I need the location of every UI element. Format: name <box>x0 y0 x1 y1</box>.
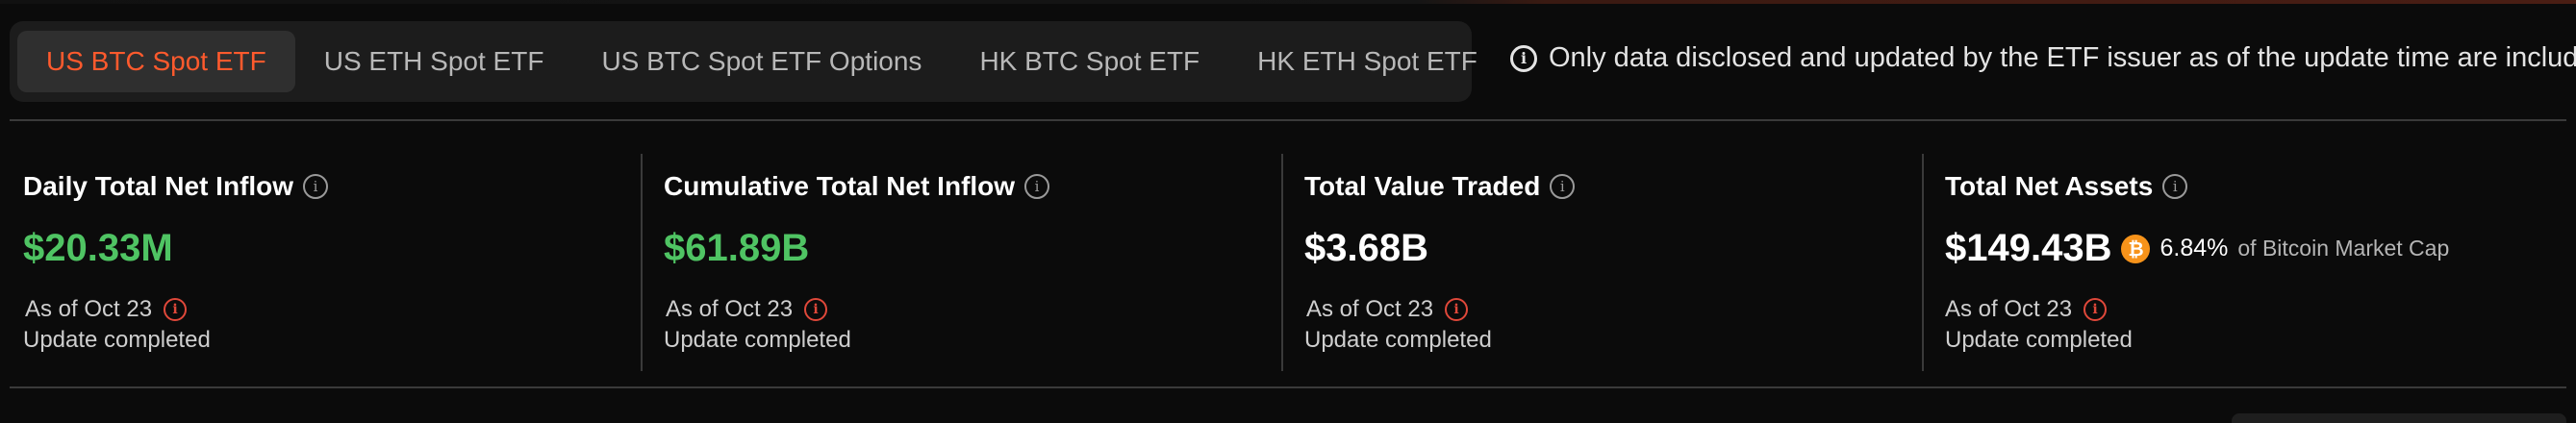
bitcoin-icon: ₿ <box>2121 234 2151 263</box>
update-status: Update completed <box>1945 327 2133 353</box>
stat-separator <box>1281 154 1283 371</box>
etf-dashboard: US BTC Spot ETF US ETH Spot ETF US BTC S… <box>0 0 2576 423</box>
as-of-label: As of Oct 23 <box>1306 296 1434 322</box>
net-assets-line: $149.43B ₿ 6.84% of Bitcoin Market Cap <box>1945 227 2449 270</box>
alert-info-icon[interactable]: i <box>2084 298 2108 321</box>
stat-title: Total Value Traded i <box>1304 171 1576 202</box>
alert-info-icon[interactable]: i <box>804 298 828 321</box>
info-icon[interactable]: i <box>1024 174 1050 199</box>
notice-text: Only data disclosed and updated by the E… <box>1549 42 2576 73</box>
stat-title-label: Cumulative Total Net Inflow <box>664 171 1016 201</box>
stat-value: $3.68B <box>1304 227 1428 269</box>
stat-daily-total-net-inflow: Daily Total Net Inflow i $20.33M As of O… <box>8 154 648 371</box>
tab-hk-eth-spot-etf[interactable]: HK ETH Spot ETF <box>1228 31 1506 92</box>
as-of-date: As of Oct 23 i <box>1945 296 2108 323</box>
stat-title-label: Daily Total Net Inflow <box>23 171 294 201</box>
stat-total-value-traded: Total Value Traded i $3.68B As of Oct 23… <box>1289 154 1930 371</box>
alert-info-icon[interactable]: i <box>1445 298 1469 321</box>
stat-total-net-assets: Total Net Assets i $149.43B ₿ 6.84% of B… <box>1930 154 2570 371</box>
stat-value: $20.33M <box>23 227 173 269</box>
stat-separator <box>641 154 643 371</box>
stat-cumulative-total-net-inflow: Cumulative Total Net Inflow i $61.89B As… <box>648 154 1289 371</box>
info-icon[interactable]: i <box>2162 174 2188 199</box>
update-status: Update completed <box>23 327 211 353</box>
info-icon[interactable]: i <box>303 174 329 199</box>
market-cap-percent: 6.84% <box>2159 235 2229 261</box>
stats-row: Daily Total Net Inflow i $20.33M As of O… <box>8 154 2568 371</box>
top-accent-bar <box>0 0 2576 4</box>
stat-value: $61.89B <box>664 227 810 269</box>
next-panel-edge <box>2232 413 2566 423</box>
stat-separator <box>1922 154 1924 371</box>
as-of-date: As of Oct 23 i <box>666 296 828 323</box>
tab-us-eth-spot-etf[interactable]: US ETH Spot ETF <box>295 31 573 92</box>
info-icon: i <box>1510 44 1537 72</box>
stat-title: Cumulative Total Net Inflow i <box>664 171 1050 202</box>
as-of-date: As of Oct 23 i <box>25 296 188 323</box>
alert-info-icon[interactable]: i <box>164 298 188 321</box>
info-icon[interactable]: i <box>1550 174 1576 199</box>
etf-tab-bar: US BTC Spot ETF US ETH Spot ETF US BTC S… <box>10 21 1477 102</box>
update-status: Update completed <box>664 327 851 353</box>
stat-title-label: Total Net Assets <box>1945 171 2154 201</box>
tab-us-btc-spot-etf-options[interactable]: US BTC Spot ETF Options <box>572 31 950 92</box>
bottom-divider <box>10 386 2566 388</box>
update-status: Update completed <box>1304 327 1492 353</box>
as-of-date: As of Oct 23 i <box>1306 296 1469 323</box>
as-of-label: As of Oct 23 <box>1945 296 2073 322</box>
stat-title-label: Total Value Traded <box>1304 171 1541 201</box>
stat-title: Daily Total Net Inflow i <box>23 171 329 202</box>
stat-title: Total Net Assets i <box>1945 171 2188 202</box>
tab-us-btc-spot-etf[interactable]: US BTC Spot ETF <box>17 31 295 92</box>
data-disclosure-notice: i Only data disclosed and updated by the… <box>1510 42 2576 74</box>
as-of-label: As of Oct 23 <box>25 296 153 322</box>
as-of-label: As of Oct 23 <box>666 296 794 322</box>
market-cap-suffix: of Bitcoin Market Cap <box>2237 236 2450 261</box>
tab-hk-btc-spot-etf[interactable]: HK BTC Spot ETF <box>950 31 1228 92</box>
top-divider <box>10 119 2566 121</box>
stat-value: $149.43B <box>1945 227 2112 269</box>
